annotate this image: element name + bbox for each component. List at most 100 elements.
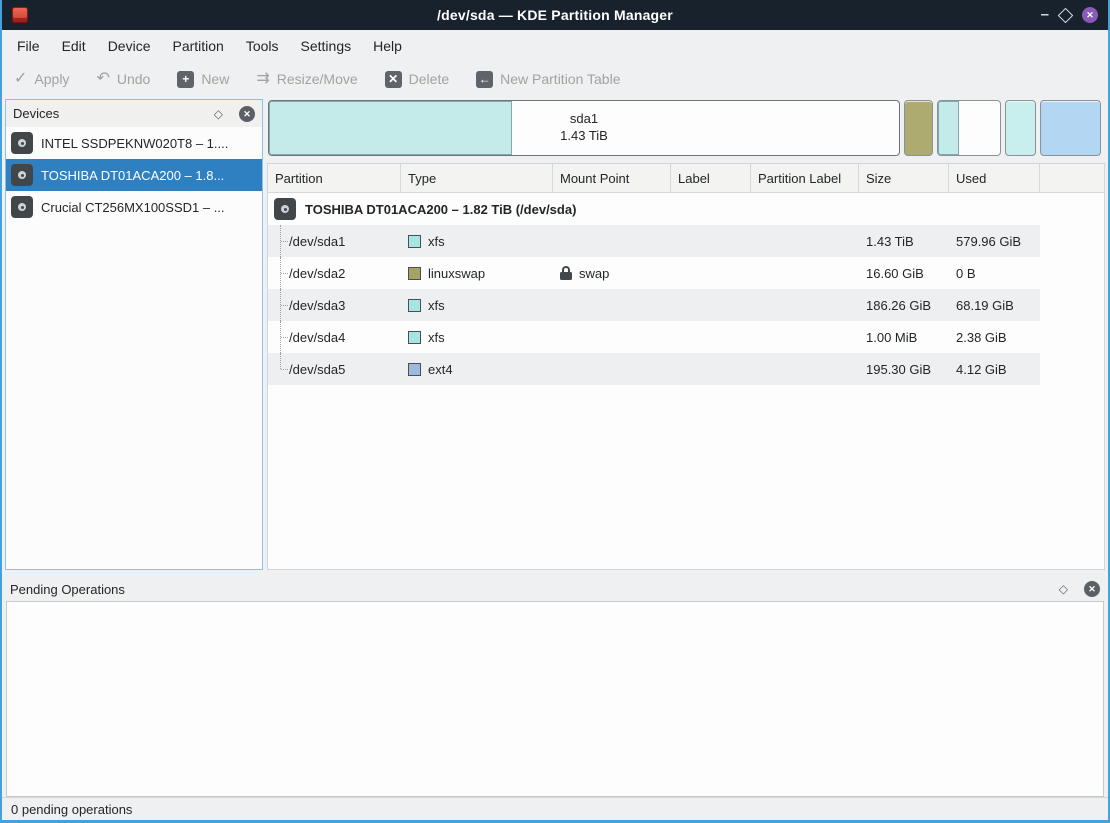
partition-bar-block-sda3[interactable] — [937, 100, 1001, 156]
mount-point-cell: swap — [553, 257, 671, 289]
column-header-filler — [1040, 164, 1104, 192]
close-panel-icon[interactable]: ✕ — [1084, 581, 1100, 597]
resize-move-label: Resize/Move — [277, 71, 358, 87]
menu-settings[interactable]: Settings — [290, 34, 363, 58]
resize-move-button[interactable]: ⇉ Resize/Move — [256, 71, 357, 87]
pending-operations-title: Pending Operations — [10, 582, 125, 597]
device-group-label: TOSHIBA DT01ACA200 – 1.82 TiB (/dev/sda) — [305, 202, 576, 217]
maximize-button[interactable] — [1058, 7, 1074, 23]
used-cell: 579.96 GiB — [949, 225, 1040, 257]
filesystem-type: linuxswap — [428, 266, 485, 281]
type-cell: linuxswap — [401, 257, 553, 289]
table-row-sda4[interactable]: /dev/sda4 xfs 1.00 MiB 2.38 GiB — [268, 321, 1040, 353]
size-cell: 186.26 GiB — [859, 289, 949, 321]
label-cell — [671, 353, 751, 385]
used-cell: 4.12 GiB — [949, 353, 1040, 385]
mount-point-cell — [553, 321, 671, 353]
partition-label-cell — [751, 321, 859, 353]
delete-icon: ✕ — [385, 71, 402, 88]
column-header-partition[interactable]: Partition — [268, 164, 401, 192]
size-value: 186.26 GiB — [866, 298, 931, 313]
column-header-size[interactable]: Size — [859, 164, 949, 192]
table-row-sda3[interactable]: /dev/sda3 xfs 186.26 GiB 68.19 GiB — [268, 289, 1040, 321]
used-value: 579.96 GiB — [956, 234, 1021, 249]
undo-arrow-icon: ↶ — [96, 71, 109, 87]
filesystem-type: ext4 — [428, 362, 453, 377]
partition-bar-block-sda5[interactable] — [1040, 100, 1101, 156]
partition-name: /dev/sda5 — [289, 362, 345, 377]
partition-cell: /dev/sda2 — [268, 257, 401, 289]
partition-label-cell — [751, 225, 859, 257]
tree-branch — [274, 257, 289, 289]
apply-button[interactable]: ✓ Apply — [14, 71, 69, 87]
devices-panel-header: Devices ◇ ✕ — [6, 100, 262, 127]
menu-device[interactable]: Device — [97, 34, 162, 58]
partition-bar-block-sda2[interactable] — [904, 100, 933, 156]
partition-bar-block-sda1[interactable]: sda1 1.43 TiB — [268, 100, 900, 156]
titlebar[interactable]: /dev/sda — KDE Partition Manager – ✕ — [2, 0, 1108, 30]
lock-icon — [560, 266, 572, 280]
partition-name: /dev/sda2 — [289, 266, 345, 281]
used-value: 68.19 GiB — [956, 298, 1014, 313]
type-cell: xfs — [401, 321, 553, 353]
partition-cell: /dev/sda1 — [268, 225, 401, 257]
filesystem-color-swatch — [408, 267, 421, 280]
partition-name: /dev/sda3 — [289, 298, 345, 313]
used-cell: 2.38 GiB — [949, 321, 1040, 353]
column-header-partition-label[interactable]: Partition Label — [751, 164, 859, 192]
filesystem-type: xfs — [428, 330, 445, 345]
mount-point-cell — [553, 353, 671, 385]
hard-drive-icon — [274, 198, 296, 220]
menu-help[interactable]: Help — [362, 34, 413, 58]
main-area: Devices ◇ ✕ INTEL SSDPEKNW020T8 – 1.... … — [2, 96, 1108, 573]
hard-drive-icon — [11, 164, 33, 186]
table-row-sda2[interactable]: /dev/sda2 linuxswap swap 16.60 GiB 0 B — [268, 257, 1040, 289]
table-row-sda5[interactable]: /dev/sda5 ext4 195.30 GiB 4.12 GiB — [268, 353, 1040, 385]
delete-button[interactable]: ✕ Delete — [385, 71, 449, 88]
new-partition-button[interactable]: + New — [177, 71, 229, 88]
status-bar: 0 pending operations — [2, 797, 1108, 820]
filesystem-type: xfs — [428, 234, 445, 249]
float-panel-icon[interactable]: ◇ — [214, 108, 223, 120]
close-panel-icon[interactable]: ✕ — [239, 106, 255, 122]
filesystem-color-swatch — [408, 331, 421, 344]
partition-name: /dev/sda1 — [289, 234, 345, 249]
hard-drive-icon — [11, 132, 33, 154]
close-button[interactable]: ✕ — [1082, 7, 1098, 23]
device-list-item-intel[interactable]: INTEL SSDPEKNW020T8 – 1.... — [6, 127, 262, 159]
type-cell: xfs — [401, 289, 553, 321]
column-header-type[interactable]: Type — [401, 164, 553, 192]
menu-bar: File Edit Device Partition Tools Setting… — [2, 30, 1108, 62]
size-value: 1.43 TiB — [866, 234, 914, 249]
device-group-row[interactable]: TOSHIBA DT01ACA200 – 1.82 TiB (/dev/sda) — [268, 193, 1040, 225]
menu-edit[interactable]: Edit — [51, 34, 97, 58]
column-header-label[interactable]: Label — [671, 164, 751, 192]
device-list-item-crucial[interactable]: Crucial CT256MX100SSD1 – ... — [6, 191, 262, 223]
column-header-used[interactable]: Used — [949, 164, 1040, 192]
table-row-sda1[interactable]: /dev/sda1 xfs 1.43 TiB 579.96 GiB — [268, 225, 1040, 257]
menu-file[interactable]: File — [6, 34, 51, 58]
new-label: New — [201, 71, 229, 87]
check-icon: ✓ — [14, 71, 27, 87]
pending-operations-list — [6, 601, 1104, 797]
mount-point: swap — [579, 266, 609, 281]
minimize-button[interactable]: – — [1041, 7, 1049, 23]
used-value: 0 B — [956, 266, 976, 281]
kde-partition-manager-window: /dev/sda — KDE Partition Manager – ✕ Fil… — [0, 0, 1110, 823]
mount-point-cell — [553, 289, 671, 321]
new-partition-table-button[interactable]: ← New Partition Table — [476, 71, 620, 88]
undo-button[interactable]: ↶ Undo — [96, 71, 150, 87]
hard-drive-icon — [11, 196, 33, 218]
label-cell — [671, 289, 751, 321]
apply-label: Apply — [34, 71, 69, 87]
device-list-item-toshiba[interactable]: TOSHIBA DT01ACA200 – 1.8... — [6, 159, 262, 191]
menu-partition[interactable]: Partition — [161, 34, 234, 58]
menu-tools[interactable]: Tools — [235, 34, 290, 58]
label-cell — [671, 225, 751, 257]
status-text: 0 pending operations — [11, 802, 132, 817]
partition-bar-block-sda4[interactable] — [1005, 100, 1036, 156]
column-header-mount-point[interactable]: Mount Point — [553, 164, 671, 192]
float-panel-icon[interactable]: ◇ — [1059, 583, 1068, 595]
resize-arrows-icon: ⇉ — [256, 71, 269, 87]
tree-branch — [274, 225, 289, 257]
